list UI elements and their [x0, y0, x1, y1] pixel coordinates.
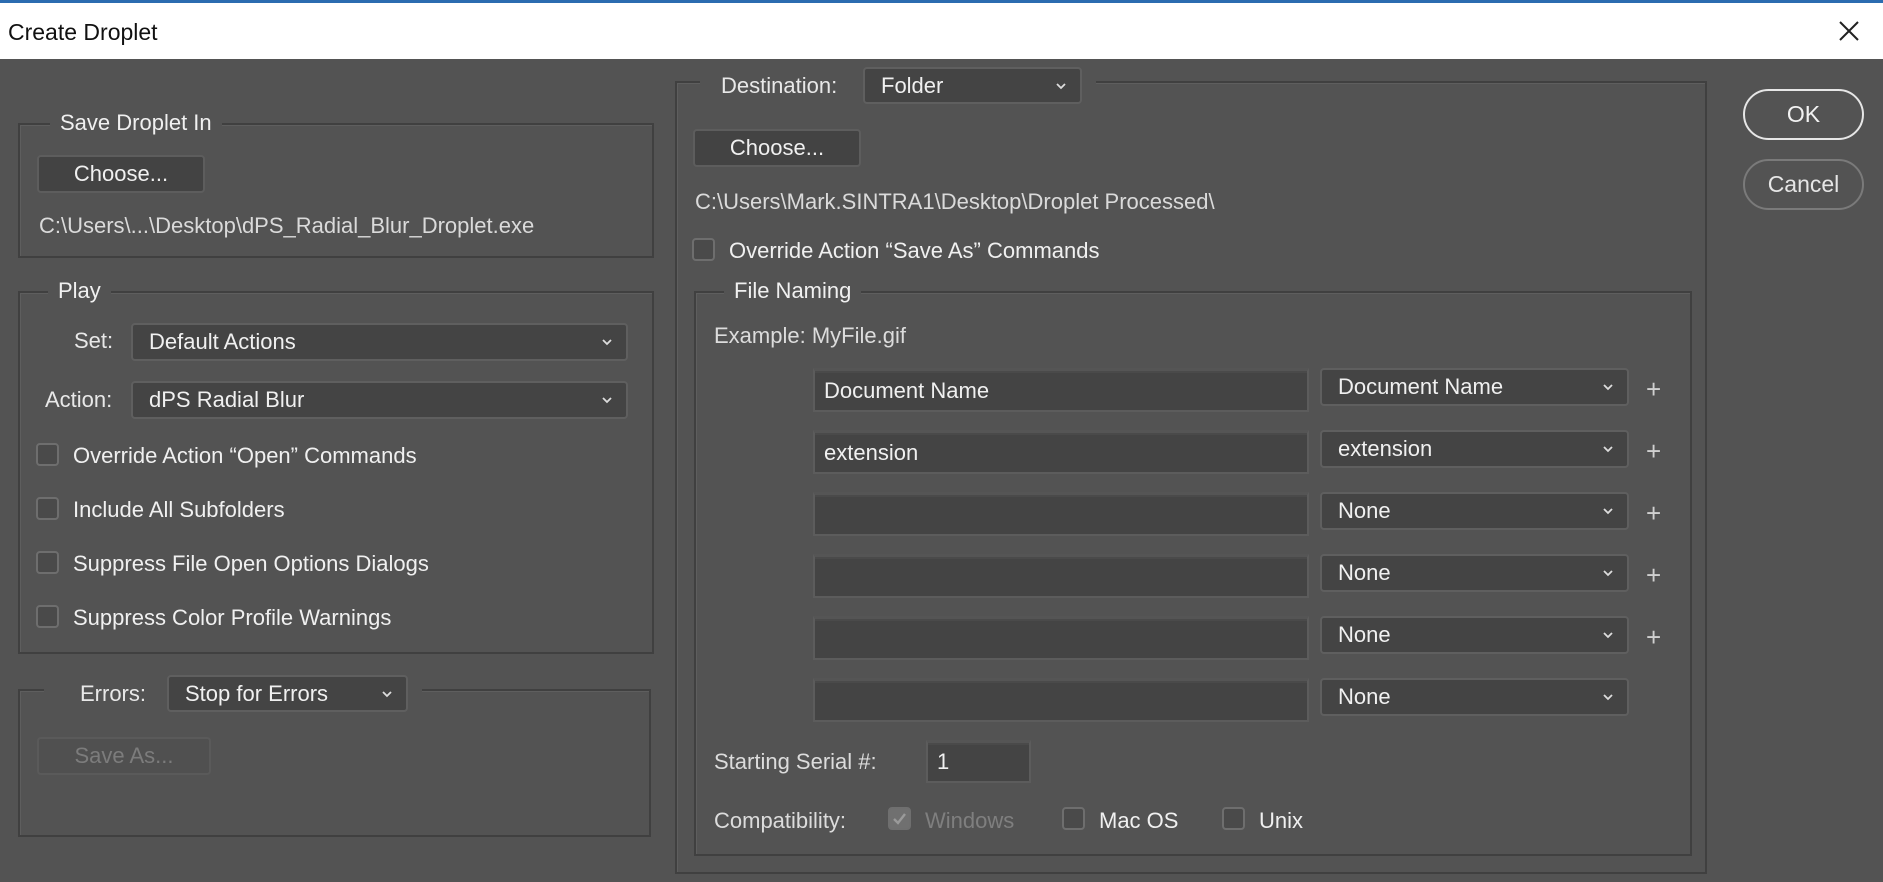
destination-label: Destination: — [721, 73, 838, 98]
chevron-down-icon — [1603, 632, 1613, 639]
set-label: Set: — [74, 328, 114, 353]
chevron-down-icon — [1603, 508, 1613, 515]
naming-select-5[interactable]: None — [1320, 616, 1629, 654]
file-naming-example: Example: MyFile.gif — [714, 323, 906, 348]
add-row-4-button[interactable]: + — [1646, 562, 1661, 588]
naming-select-1-value: Document Name — [1338, 374, 1504, 399]
save-droplet-path: C:\Users\...\Desktop\dPS_Radial_Blur_Dro… — [39, 213, 535, 238]
set-select[interactable]: Default Actions — [131, 323, 628, 361]
checkmark-icon — [893, 813, 906, 825]
naming-select-2-value: extension — [1338, 436, 1433, 461]
chevron-down-icon — [1603, 694, 1613, 701]
errors-select[interactable]: Stop for Errors — [167, 675, 408, 712]
cancel-button[interactable]: Cancel — [1743, 159, 1864, 210]
override-save-as-checkbox[interactable] — [692, 238, 715, 261]
close-button[interactable] — [1831, 13, 1867, 49]
set-select-value: Default Actions — [149, 329, 296, 354]
destination-choose-button[interactable]: Choose... — [693, 129, 861, 167]
naming-field-3[interactable] — [813, 492, 1309, 536]
chevron-down-icon — [602, 397, 612, 404]
naming-field-4[interactable] — [813, 554, 1309, 598]
add-row-3-button[interactable]: + — [1646, 500, 1661, 526]
close-x-icon — [1839, 21, 1859, 41]
suppress-open-options-label[interactable]: Suppress File Open Options Dialogs — [73, 551, 429, 577]
suppress-color-profile-label[interactable]: Suppress Color Profile Warnings — [73, 605, 391, 631]
naming-select-6[interactable]: None — [1320, 678, 1629, 716]
include-subfolders-label[interactable]: Include All Subfolders — [73, 497, 285, 523]
naming-select-4-value: None — [1338, 560, 1391, 585]
suppress-open-options-checkbox[interactable] — [36, 551, 59, 574]
include-subfolders-checkbox[interactable] — [36, 497, 59, 520]
chevron-down-icon — [1056, 82, 1066, 89]
compatibility-label: Compatibility: — [714, 808, 847, 833]
action-label: Action: — [45, 387, 113, 412]
naming-select-1[interactable]: Document Name — [1320, 368, 1629, 406]
naming-select-4[interactable]: None — [1320, 554, 1629, 592]
suppress-color-profile-checkbox[interactable] — [36, 605, 59, 628]
compat-macos-checkbox[interactable] — [1062, 807, 1085, 830]
override-open-label[interactable]: Override Action “Open” Commands — [73, 443, 417, 469]
chevron-down-icon — [1603, 384, 1613, 391]
serial-label: Starting Serial #: — [714, 749, 877, 774]
title-bar: Create Droplet — [0, 3, 1883, 59]
destination-select[interactable]: Folder — [863, 67, 1082, 104]
add-row-5-button[interactable]: + — [1646, 624, 1661, 650]
add-row-1-button[interactable]: + — [1646, 376, 1661, 402]
errors-label: Errors: — [80, 681, 146, 706]
errors-select-value: Stop for Errors — [185, 680, 329, 706]
naming-select-5-value: None — [1338, 622, 1391, 647]
compat-macos-label[interactable]: Mac OS — [1099, 808, 1178, 834]
compat-windows-label: Windows — [925, 808, 1015, 833]
chevron-down-icon — [1603, 570, 1613, 577]
compat-unix-checkbox[interactable] — [1222, 807, 1245, 830]
naming-select-6-value: None — [1338, 684, 1391, 709]
action-select[interactable]: dPS Radial Blur — [131, 381, 628, 419]
save-droplet-choose-button[interactable]: Choose... — [37, 155, 205, 193]
file-naming-legend: File Naming — [724, 278, 862, 304]
destination-select-value: Folder — [881, 72, 944, 98]
chevron-down-icon — [382, 690, 392, 697]
naming-select-3[interactable]: None — [1320, 492, 1629, 530]
add-row-2-button[interactable]: + — [1646, 438, 1661, 464]
naming-select-2[interactable]: extension — [1320, 430, 1629, 468]
naming-field-6[interactable] — [813, 678, 1309, 722]
window-title: Create Droplet — [8, 19, 158, 45]
save-droplet-in-legend: Save Droplet In — [50, 110, 222, 136]
override-save-as-label[interactable]: Override Action “Save As” Commands — [729, 238, 1099, 264]
chevron-down-icon — [1603, 446, 1613, 453]
compat-unix-label[interactable]: Unix — [1259, 808, 1303, 834]
play-legend: Play — [48, 278, 111, 304]
ok-button[interactable]: OK — [1743, 89, 1864, 140]
errors-save-as-button: Save As... — [37, 737, 211, 775]
naming-select-3-value: None — [1338, 498, 1391, 523]
serial-input[interactable]: 1 — [926, 740, 1031, 783]
naming-field-1[interactable]: Document Name — [813, 368, 1309, 412]
chevron-down-icon — [602, 339, 612, 346]
naming-field-2[interactable]: extension — [813, 430, 1309, 474]
compat-windows-checkbox — [888, 807, 911, 830]
naming-field-5[interactable] — [813, 616, 1309, 660]
destination-path: C:\Users\Mark.SINTRA1\Desktop\Droplet Pr… — [695, 189, 1215, 214]
override-open-checkbox[interactable] — [36, 443, 59, 466]
action-select-value: dPS Radial Blur — [149, 387, 305, 412]
